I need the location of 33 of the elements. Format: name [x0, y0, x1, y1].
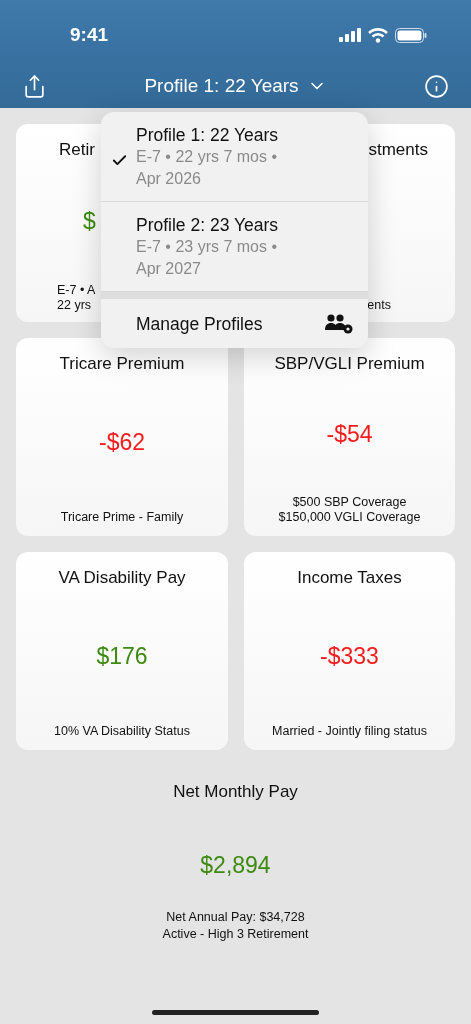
signal-icon	[339, 28, 361, 42]
card-note: ents	[367, 298, 391, 312]
status-time: 9:41	[70, 24, 109, 46]
people-gear-icon	[324, 313, 354, 335]
card-amount: -$62	[98, 428, 145, 456]
card-title: VA Disability Pay	[58, 568, 186, 588]
card-title: stments	[368, 140, 428, 160]
wifi-icon	[368, 27, 388, 43]
card-note: 22 yrs	[57, 298, 92, 312]
card-note: E-7 • A	[57, 283, 96, 297]
share-button[interactable]	[22, 73, 47, 99]
card-note: Tricare Prime - Family	[60, 510, 184, 524]
summary-note: Active - High 3 Retirement	[162, 926, 309, 943]
card-note: Married - Jointly filing status	[272, 724, 427, 738]
card-amount: -$54	[326, 421, 373, 448]
card-amount: $	[83, 208, 96, 235]
card-note: $500 SBP Coverage	[292, 495, 407, 509]
card-amount: -$333	[320, 642, 379, 670]
card-title: SBP/VGLI Premium	[274, 354, 425, 374]
profile-dropdown[interactable]: Profile 1: 22 Years	[144, 75, 327, 97]
card-note: $150,000 VGLI Coverage	[278, 510, 421, 524]
card-title: Tricare Premium	[59, 354, 185, 374]
summary-amount: $2,894	[200, 852, 271, 879]
profile-menu-item[interactable]: Profile 1: 22 Years E-7 • 22 yrs 7 mos • Apr 2026	[101, 112, 368, 202]
card-note: 10% VA Disability Status	[54, 724, 190, 738]
card-title: Retir	[59, 140, 95, 160]
card-title: Income Taxes	[297, 568, 402, 588]
info-button[interactable]	[424, 73, 449, 99]
manage-profiles-item[interactable]: Manage Profiles	[101, 299, 368, 348]
summary-note: Net Annual Pay: $34,728	[166, 909, 305, 926]
summary-title: Net Monthly Pay	[173, 782, 298, 802]
card-amount: $176	[96, 642, 148, 670]
battery-icon	[395, 27, 427, 43]
